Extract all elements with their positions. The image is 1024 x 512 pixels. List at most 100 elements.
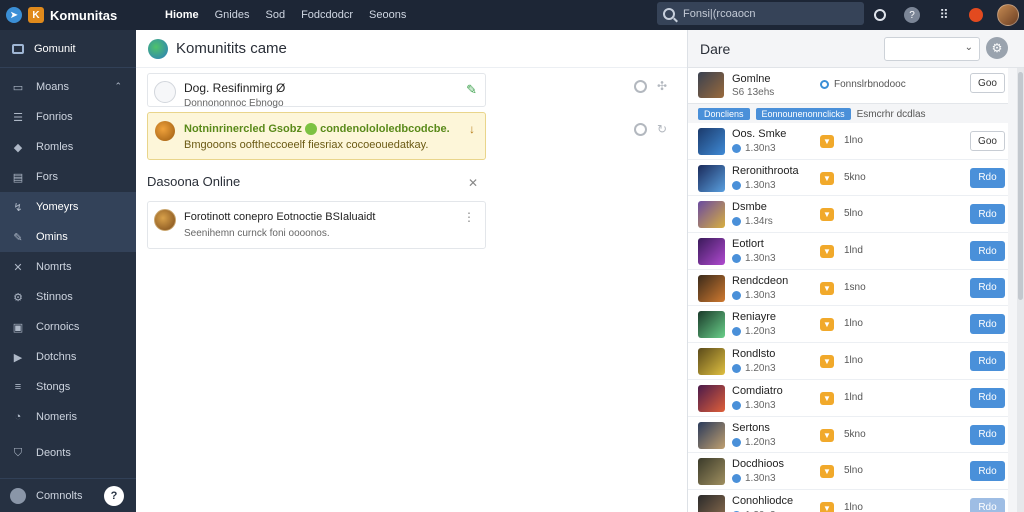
nav-item-sod[interactable]: Sod: [265, 9, 285, 21]
item-action-button[interactable]: Rdo: [970, 351, 1005, 372]
list-item[interactable]: Dsmbe 1.34rs ▼ 5lno Rdo: [688, 196, 1008, 234]
filter-select[interactable]: ⌄: [884, 37, 980, 61]
filter-tag[interactable]: Doncliens: [698, 108, 750, 120]
brand[interactable]: ➤ K Komunitas: [0, 7, 140, 23]
scrollbar[interactable]: [1017, 68, 1024, 512]
item-action-button[interactable]: Rdo: [970, 461, 1005, 482]
nav-item-home[interactable]: Hiome: [165, 9, 199, 21]
sidebar-item-stinnos[interactable]: ⚙ Stinnos: [0, 282, 136, 312]
monitor-icon: ▭: [12, 81, 24, 94]
item-title: Docdhioos: [732, 458, 784, 471]
main-nav: Hiome Gnides Sod Fodcdodcr Seoons: [165, 9, 406, 21]
game-thumbnail: [698, 384, 725, 412]
pin-icon[interactable]: ✎: [466, 82, 477, 98]
status-button[interactable]: [864, 0, 896, 30]
item-subtitle: 1.30n3: [732, 180, 776, 191]
settings-icon[interactable]: ⚙: [986, 37, 1008, 59]
notice-card[interactable]: Notninrinercled Gsobz condenolololedbcod…: [147, 112, 486, 160]
circle-icon: [874, 9, 886, 21]
list-item[interactable]: Reniayre 1.20n3 ▼ 1lno Rdo: [688, 306, 1008, 344]
sidebar-item-nomrts[interactable]: ✕ Nomrts: [0, 252, 136, 282]
online-card[interactable]: Forotinott conepro Eotnoctie BSIaluaidt …: [147, 201, 486, 249]
status-dot-icon: [732, 364, 741, 374]
sidebar-item-label: Stongs: [36, 381, 71, 393]
sidebar-footer-label: Comnolts: [36, 489, 83, 502]
sidebar-item-moans[interactable]: ▭ Moans ⌃: [0, 72, 136, 102]
sidebar-item-omins[interactable]: ✎ Omins: [0, 222, 136, 252]
item-action-button[interactable]: Rdo: [970, 204, 1005, 225]
list-item[interactable]: Docdhioos 1.30n3 ▼ 5lno Rdo: [688, 453, 1008, 490]
list-item[interactable]: Rondlsto 1.20n3 ▼ 1lno Rdo: [688, 343, 1008, 380]
item-action-button[interactable]: Rdo: [970, 387, 1005, 408]
nav-item-seasons[interactable]: Seoons: [369, 9, 406, 21]
sidebar-item-fors[interactable]: ▤ Fors: [0, 162, 136, 192]
download-icon[interactable]: ↓: [469, 122, 475, 136]
sidebar-item-dotchns[interactable]: ▶ Dotchns: [0, 342, 136, 372]
sidebar-item-cornoics[interactable]: ▣ Cornoics: [0, 312, 136, 342]
help-button[interactable]: ?: [896, 0, 928, 30]
sidebar-item-fonrios[interactable]: ☰ Fonrios: [0, 102, 136, 132]
help-button[interactable]: ?: [104, 485, 124, 506]
nav-item-feedback[interactable]: Fodcdodcr: [301, 9, 353, 21]
list-item[interactable]: Sertons 1.20n3 ▼ 5kno Rdo: [688, 416, 1008, 454]
featured-button[interactable]: Goo: [970, 73, 1005, 93]
avatar: [155, 121, 175, 141]
item-action-button[interactable]: Rdo: [970, 241, 1005, 262]
list-item[interactable]: Rendcdeon 1.30n3 ▼ 1sno Rdo: [688, 269, 1008, 307]
item-action-button[interactable]: Rdo: [970, 314, 1005, 335]
more-icon[interactable]: ⋮: [463, 210, 475, 224]
nav-item-guides[interactable]: Gnides: [215, 9, 250, 21]
item-action-button[interactable]: Goo: [970, 131, 1005, 151]
list-item[interactable]: Eotlort 1.30n3 ▼ 1lnd Rdo: [688, 233, 1008, 270]
sidebar-item-stongs[interactable]: ≡ Stongs: [0, 372, 136, 402]
refresh-icon[interactable]: ↻: [657, 123, 667, 136]
status-dot-icon: [732, 327, 741, 337]
tools-icon[interactable]: ✕: [468, 176, 478, 190]
status-dot-icon: [732, 144, 741, 153]
item-stat: 1lno: [844, 135, 863, 146]
notifications-button[interactable]: [960, 0, 992, 30]
item-title: Sertons: [732, 421, 770, 434]
search-input[interactable]: Fonsi|(rcoaocn: [657, 2, 864, 25]
rank-badge-icon: ▼: [820, 501, 834, 512]
list-item[interactable]: Reronithroota 1.30n3 ▼ 5kno Rdo: [688, 159, 1008, 197]
sidebar-footer[interactable]: Comnolts ?: [0, 478, 136, 512]
game-thumbnail: [698, 201, 725, 229]
game-list: Oos. Smke 1.30n3 ▼ 1lno Goo Reronithroota 1.30…: [688, 123, 1008, 512]
item-title: Oos. Smke: [732, 128, 787, 140]
item-subtitle: 1.30n3: [732, 400, 776, 411]
sidebar-header[interactable]: Gomunit: [0, 30, 136, 68]
info-icon[interactable]: [634, 123, 647, 136]
globe-icon: [148, 38, 168, 59]
sidebar-item-label: Dotchns: [36, 351, 77, 363]
item-action-button[interactable]: Rdo: [970, 167, 1005, 188]
notification-icon: [969, 8, 983, 22]
game-thumbnail: [698, 458, 725, 486]
sidebar-item-deonts[interactable]: ⛉ Deonts: [0, 438, 136, 468]
scrollbar-thumb[interactable]: [1018, 72, 1023, 300]
share-icon[interactable]: ✣: [657, 80, 667, 93]
item-action-button[interactable]: Rdo: [970, 497, 1005, 512]
sidebar-item-nomeris[interactable]: ◔ Nomeris: [0, 402, 136, 432]
list-item[interactable]: Oos. Smke 1.30n3 ▼ 1lno Goo: [688, 123, 1008, 160]
list-item[interactable]: Comdiatro 1.30n3 ▼ 1lnd Rdo: [688, 379, 1008, 417]
item-title: Reniayre: [732, 311, 777, 324]
list-item[interactable]: Conohliodce1.30n3▼1lnoRdo: [688, 489, 1008, 512]
featured-item[interactable]: Gomlne S6 13ehs Fonnslrbnodooc Goo: [688, 68, 1008, 104]
main-content: Komunitits came Dog. Resifinmirg Ø Donno…: [136, 30, 687, 512]
item-action-button[interactable]: Rdo: [970, 277, 1005, 298]
item-action-button[interactable]: Rdo: [970, 424, 1005, 445]
apps-button[interactable]: ⠿: [928, 0, 960, 30]
info-icon[interactable]: [634, 80, 647, 93]
sidebar-item-yomeyrs[interactable]: ↯ Yomeyrs: [0, 192, 136, 222]
post-card[interactable]: Dog. Resifinmirg Ø Donnononnoc Ebnogo ✎: [147, 73, 486, 109]
item-sub-text: 1.30n3: [745, 179, 776, 191]
sidebar-item-romles[interactable]: ◆ Romles: [0, 132, 136, 162]
main-header: Komunitits came: [136, 30, 687, 68]
play-icon: ▶: [13, 351, 23, 364]
profile-button[interactable]: [992, 0, 1024, 30]
filter-tag[interactable]: Eonnounenonnclicks: [755, 108, 851, 120]
item-sub-text: 1.30n3: [745, 473, 776, 485]
avatar: [10, 487, 26, 504]
chevron-up-icon[interactable]: ⌃: [114, 81, 122, 92]
